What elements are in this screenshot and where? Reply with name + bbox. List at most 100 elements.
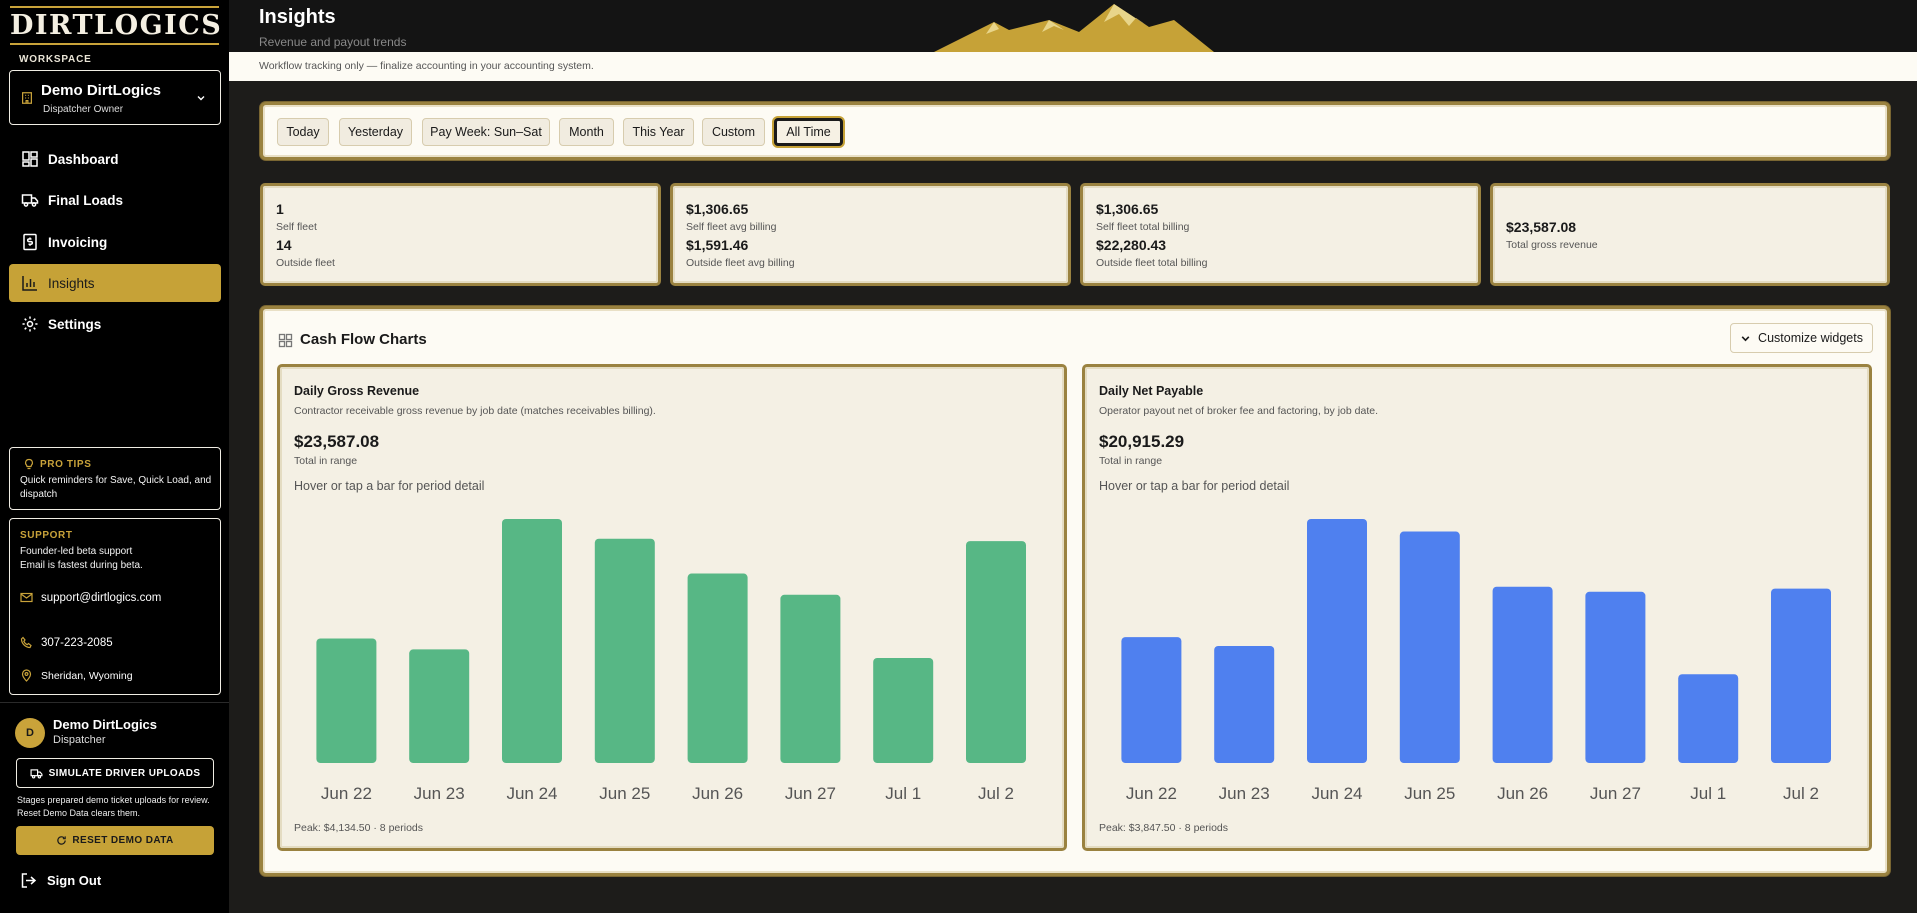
bar-jun-26[interactable] — [1492, 586, 1553, 763]
mountains-graphic — [934, 4, 1214, 52]
nav-dashboard[interactable]: Dashboard — [9, 140, 221, 178]
simulate-driver-uploads-button[interactable]: SIMULATE DRIVER UPLOADS — [16, 758, 214, 788]
self-avg-label: Self fleet avg billing — [686, 221, 777, 233]
nav-dashboard-label: Dashboard — [48, 151, 119, 167]
filter-today[interactable]: Today — [277, 118, 329, 146]
outside-avg-value: $1,591.46 — [686, 237, 749, 253]
outside-total-value: $22,280.43 — [1096, 237, 1167, 253]
outside-fleet-value: 14 — [276, 237, 292, 253]
x-tick-label: Jun 24 — [506, 784, 557, 803]
map-pin-icon — [21, 669, 32, 682]
bar-jun-27[interactable] — [1585, 591, 1646, 763]
bar-jun-26[interactable] — [687, 573, 748, 763]
reset-demo-data-button[interactable]: RESET DEMO DATA — [16, 826, 214, 855]
nav-settings-label: Settings — [48, 316, 102, 332]
chart-daily-gross-revenue: Daily Gross Revenue Contractor receivabl… — [277, 364, 1067, 851]
refresh-icon — [57, 836, 67, 845]
bar-jun-24[interactable] — [502, 519, 562, 763]
sidebar-divider — [0, 702, 229, 703]
bar-jul-1[interactable] — [873, 657, 934, 763]
net-payable-bar-chart: Jun 22 Jun 23 Jun 24 Jun 25 Jun 26 Jun 27 Jul … — [1121, 519, 1831, 803]
simulate-button-label: SIMULATE DRIVER UPLOADS — [48, 767, 201, 779]
filter-month[interactable]: Month — [559, 118, 614, 146]
nav-insights[interactable]: Insights — [9, 264, 221, 302]
support-line-2: Email is fastest during beta. — [20, 560, 143, 571]
outside-total-label: Outside fleet total billing — [1096, 257, 1208, 269]
stat-card-total-billing: $1,306.65 Self fleet total billing $22,2… — [1080, 183, 1481, 286]
widgets-grid-icon — [278, 333, 293, 348]
nav-invoicing[interactable]: Invoicing — [9, 223, 221, 261]
support-title: SUPPORT — [20, 530, 73, 541]
bar-jun-25[interactable] — [594, 538, 655, 763]
pro-tips-text: Quick reminders for Save, Quick Load, an… — [20, 475, 212, 500]
gross-revenue-label: Total gross revenue — [1506, 239, 1598, 251]
filter-all-time[interactable]: All Time — [774, 118, 843, 146]
x-tick-label: Jun 26 — [1497, 784, 1548, 803]
bar-jun-22[interactable] — [1121, 637, 1182, 763]
x-tick-label: Jul 2 — [1783, 784, 1819, 803]
sign-out-button[interactable]: Sign Out — [20, 872, 101, 889]
support-location-text: Sheridan, Wyoming — [41, 669, 133, 682]
pro-tips-card[interactable]: PRO TIPS Quick reminders for Save, Quick… — [9, 447, 221, 510]
x-tick-label: Jun 25 — [599, 784, 650, 803]
invoice-icon — [23, 233, 37, 251]
filter-yesterday[interactable]: Yesterday — [339, 118, 412, 146]
bar-jun-23[interactable] — [409, 649, 470, 763]
outside-fleet-label: Outside fleet — [276, 257, 335, 269]
filter-pay-week[interactable]: Pay Week: Sun–Sat — [422, 118, 550, 146]
x-tick-label: Jun 22 — [321, 784, 372, 803]
page-title: Insights — [259, 6, 336, 28]
bar-jul-2[interactable] — [1771, 588, 1831, 763]
workspace-label: WORKSPACE — [19, 54, 92, 65]
gross-revenue-bar-chart: Jun 22 Jun 23 Jun 24 Jun 25 Jun 26 Jun 27 Jul … — [316, 519, 1026, 803]
workflow-notice: Workflow tracking only — finalize accoun… — [229, 52, 1917, 81]
nav-invoicing-label: Invoicing — [48, 234, 108, 250]
filter-this-year[interactable]: This Year — [623, 118, 694, 146]
user-name: Demo DirtLogics — [53, 717, 158, 732]
avatar[interactable]: D — [15, 718, 45, 748]
gross-revenue-value: $23,587.08 — [1506, 219, 1577, 235]
x-tick-label: Jun 24 — [1311, 784, 1362, 803]
logo-rule-bottom — [10, 43, 219, 45]
truck-icon — [30, 768, 43, 778]
stat-card-fleet: 1 Self fleet 14 Outside fleet — [260, 183, 661, 286]
self-total-label: Self fleet total billing — [1096, 221, 1190, 233]
self-total-value: $1,306.65 — [1096, 201, 1159, 217]
nav-settings[interactable]: Settings — [9, 305, 221, 343]
page-header: Insights Revenue and payout trends — [229, 0, 1917, 52]
x-tick-label: Jun 22 — [1126, 784, 1177, 803]
bar-jun-22[interactable] — [316, 638, 377, 763]
bar-jul-1[interactable] — [1678, 674, 1739, 763]
dashboard-icon — [22, 151, 38, 167]
stat-card-avg-billing: $1,306.65 Self fleet avg billing $1,591.… — [670, 183, 1071, 286]
support-phone-link[interactable]: 307-223-2085 — [20, 636, 113, 649]
stat-card-gross: $23,587.08 Total gross revenue — [1490, 183, 1890, 286]
x-tick-label: Jun 25 — [1404, 784, 1455, 803]
workspace-role: Dispatcher Owner — [43, 104, 124, 115]
nav-final-loads-label: Final Loads — [48, 192, 124, 208]
support-email-link[interactable]: support@dirtlogics.com — [20, 591, 161, 604]
bar-jul-2[interactable] — [966, 541, 1026, 763]
bar-jun-24[interactable] — [1307, 519, 1367, 763]
building-icon — [22, 92, 32, 104]
chart-peak: Peak: $3,847.50 · 8 periods — [1099, 822, 1229, 834]
bar-jun-23[interactable] — [1214, 645, 1275, 763]
chart-peak: Peak: $4,134.50 · 8 periods — [294, 822, 424, 834]
sign-out-label: Sign Out — [47, 873, 102, 888]
chart-daily-net-payable: Daily Net Payable Operator payout net of… — [1082, 364, 1872, 851]
dirtlogics-logo[interactable]: DIRTLOGICS — [10, 6, 221, 46]
nav-final-loads[interactable]: Final Loads — [9, 181, 221, 219]
customize-widgets-button[interactable]: Customize widgets — [1730, 323, 1873, 353]
bar-jun-25[interactable] — [1399, 531, 1460, 763]
x-tick-label: Jul 1 — [1690, 784, 1726, 803]
support-location: Sheridan, Wyoming — [20, 669, 133, 682]
chevron-down-icon — [1741, 335, 1750, 341]
self-avg-value: $1,306.65 — [686, 201, 749, 217]
filter-custom[interactable]: Custom — [702, 118, 765, 146]
bar-jun-27[interactable] — [780, 594, 841, 763]
x-tick-label: Jun 27 — [785, 784, 836, 803]
simulate-note: Stages prepared demo ticket uploads for … — [17, 795, 210, 818]
workspace-switcher[interactable]: Demo DirtLogics Dispatcher Owner — [9, 70, 221, 125]
support-email: support@dirtlogics.com — [41, 591, 162, 604]
logo-rule-top — [10, 6, 219, 8]
